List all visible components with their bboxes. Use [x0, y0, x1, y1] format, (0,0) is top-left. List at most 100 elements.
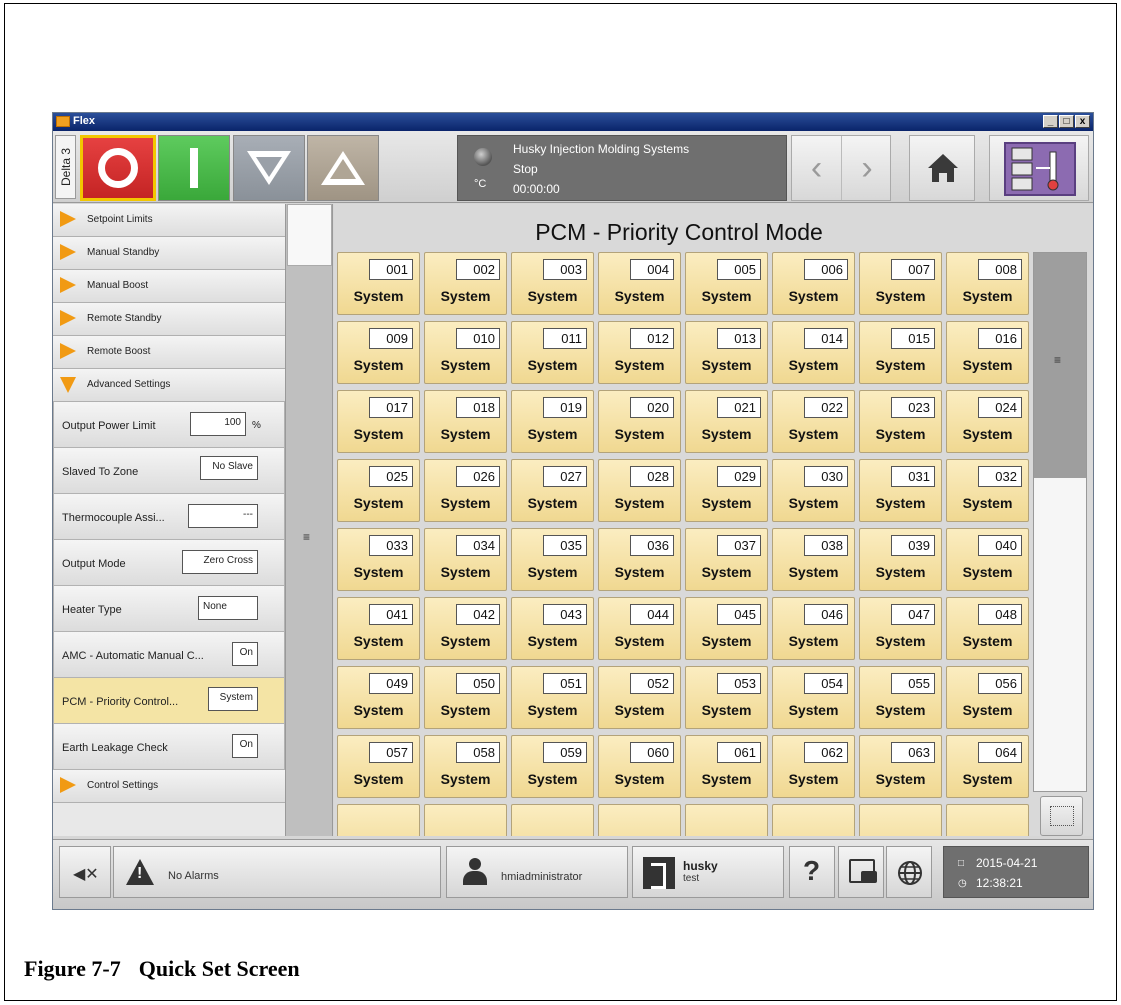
prop-slaved-to-zone[interactable]: Slaved To Zone No Slave [53, 448, 285, 494]
zone-tile[interactable]: 037 System [685, 528, 768, 591]
zone-tile[interactable]: 023 System [859, 390, 942, 453]
delta-tab[interactable]: Delta 3 [55, 135, 76, 199]
menu-remote-boost[interactable]: Remote Boost [53, 336, 285, 369]
prop-amc[interactable]: AMC - Automatic Manual C... On [53, 632, 285, 678]
zone-tile[interactable]: 041 System [337, 597, 420, 660]
zone-tile[interactable]: 040 System [946, 528, 1029, 591]
prop-heater-type[interactable]: Heater Type None [53, 586, 285, 632]
menu-remote-standby[interactable]: Remote Standby [53, 303, 285, 336]
zone-tile[interactable]: 025 System [337, 459, 420, 522]
zone-tile[interactable]: 035 System [511, 528, 594, 591]
zone-tile[interactable]: 039 System [859, 528, 942, 591]
increase-button[interactable] [307, 135, 379, 201]
zone-tile[interactable]: 036 System [598, 528, 681, 591]
zone-tile[interactable]: 027 System [511, 459, 594, 522]
zone-tile[interactable]: 002 System [424, 252, 507, 315]
prop-value-field[interactable]: On [232, 642, 258, 666]
minimize-button[interactable]: _ [1043, 115, 1058, 128]
zone-tile[interactable]: 021 System [685, 390, 768, 453]
zone-tile[interactable]: 044 System [598, 597, 681, 660]
prop-value-field[interactable]: Zero Cross [182, 550, 258, 574]
zone-tile[interactable]: 008 System [946, 252, 1029, 315]
zone-tile[interactable]: 054 System [772, 666, 855, 729]
zone-tile[interactable]: 012 System [598, 321, 681, 384]
zone-tile[interactable]: 022 System [772, 390, 855, 453]
zone-tile[interactable]: 053 System [685, 666, 768, 729]
menu-manual-standby[interactable]: Manual Standby [53, 237, 285, 270]
prop-thermocouple-assignment[interactable]: Thermocouple Assi... --- [53, 494, 285, 540]
zone-tile[interactable]: 010 System [424, 321, 507, 384]
zone-tile[interactable]: 049 System [337, 666, 420, 729]
zone-tile[interactable] [424, 804, 507, 836]
zone-tile[interactable]: 047 System [859, 597, 942, 660]
mute-button[interactable]: ◀✕ [59, 846, 111, 898]
zone-tile[interactable]: 034 System [424, 528, 507, 591]
forward-button[interactable]: › [842, 136, 892, 200]
zone-tile[interactable]: 013 System [685, 321, 768, 384]
prop-pcm[interactable]: PCM - Priority Control... System [53, 678, 285, 724]
zone-tile[interactable]: 062 System [772, 735, 855, 798]
zone-tile[interactable]: 018 System [424, 390, 507, 453]
maximize-button[interactable]: □ [1059, 115, 1074, 128]
zone-tile[interactable]: 046 System [772, 597, 855, 660]
zone-tile[interactable]: 005 System [685, 252, 768, 315]
menu-advanced-settings[interactable]: Advanced Settings [53, 369, 285, 402]
zone-tile[interactable]: 006 System [772, 252, 855, 315]
zone-tile[interactable]: 001 System [337, 252, 420, 315]
zone-tile[interactable]: 024 System [946, 390, 1029, 453]
temperature-monitor-button[interactable] [989, 135, 1089, 201]
sidebar-scrollbar[interactable]: ≡ [285, 204, 333, 836]
zone-tile[interactable]: 038 System [772, 528, 855, 591]
prop-value-field[interactable]: On [232, 734, 258, 758]
sidebar-scroll-thumb[interactable] [287, 204, 332, 266]
zone-tile[interactable]: 051 System [511, 666, 594, 729]
zone-tile[interactable]: 015 System [859, 321, 942, 384]
screenshot-button[interactable] [838, 846, 884, 898]
grid-scrollbar[interactable]: ≡ [1033, 252, 1087, 792]
zone-tile[interactable]: 063 System [859, 735, 942, 798]
zone-tile[interactable]: 064 System [946, 735, 1029, 798]
zone-tile[interactable]: 033 System [337, 528, 420, 591]
prop-value-field[interactable]: --- [188, 504, 258, 528]
zone-tile[interactable]: 029 System [685, 459, 768, 522]
menu-setpoint-limits[interactable]: Setpoint Limits [53, 204, 285, 237]
zone-tile[interactable]: 058 System [424, 735, 507, 798]
zone-tile[interactable]: 043 System [511, 597, 594, 660]
zone-tile[interactable] [946, 804, 1029, 836]
zone-tile[interactable]: 055 System [859, 666, 942, 729]
zone-tile[interactable] [859, 804, 942, 836]
help-button[interactable]: ? [789, 846, 835, 898]
zone-tile[interactable]: 014 System [772, 321, 855, 384]
zone-tile[interactable]: 020 System [598, 390, 681, 453]
zone-tile[interactable]: 016 System [946, 321, 1029, 384]
user-button[interactable]: hmiadministrator [446, 846, 628, 898]
prop-value-field[interactable]: No Slave [200, 456, 258, 480]
mold-info-button[interactable]: husky test [632, 846, 784, 898]
zone-tile[interactable]: 028 System [598, 459, 681, 522]
prop-value-field[interactable]: System [208, 687, 258, 711]
zone-tile[interactable]: 042 System [424, 597, 507, 660]
prop-value-field[interactable]: None [198, 596, 258, 620]
zone-tile[interactable]: 060 System [598, 735, 681, 798]
alarms-button[interactable]: No Alarms [113, 846, 441, 898]
zone-tile[interactable]: 048 System [946, 597, 1029, 660]
zone-tile[interactable] [685, 804, 768, 836]
zone-tile[interactable]: 057 System [337, 735, 420, 798]
zone-tile[interactable]: 056 System [946, 666, 1029, 729]
back-button[interactable]: ‹ [792, 136, 842, 200]
zone-tile[interactable] [598, 804, 681, 836]
language-button[interactable] [886, 846, 932, 898]
zone-tile[interactable] [337, 804, 420, 836]
menu-manual-boost[interactable]: Manual Boost [53, 270, 285, 303]
zone-tile[interactable] [772, 804, 855, 836]
menu-control-settings[interactable]: Control Settings [53, 770, 285, 803]
zone-tile[interactable]: 003 System [511, 252, 594, 315]
zone-tile[interactable]: 017 System [337, 390, 420, 453]
zone-tile[interactable]: 026 System [424, 459, 507, 522]
zone-tile[interactable]: 004 System [598, 252, 681, 315]
zone-tile[interactable]: 030 System [772, 459, 855, 522]
select-all-button[interactable] [1040, 796, 1083, 836]
zone-tile[interactable]: 019 System [511, 390, 594, 453]
zone-tile[interactable]: 061 System [685, 735, 768, 798]
zone-tile[interactable]: 032 System [946, 459, 1029, 522]
